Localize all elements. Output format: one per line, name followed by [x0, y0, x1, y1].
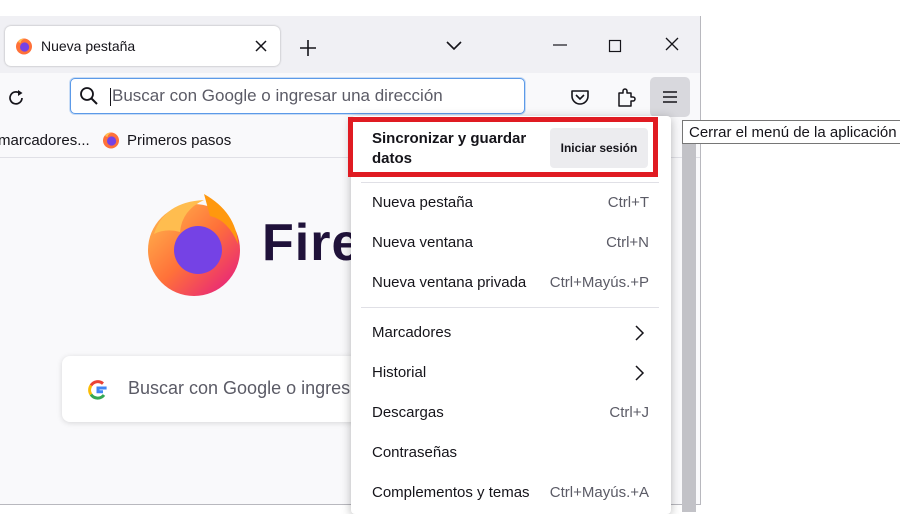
menu-item-shortcut: Ctrl+Mayús.+A — [549, 484, 649, 501]
menu-item-shortcut: Ctrl+Mayús.+P — [549, 274, 649, 291]
text-caret — [110, 88, 111, 106]
menu-item-shortcut: Ctrl+T — [607, 194, 649, 211]
highlight-annotation — [348, 117, 658, 177]
menu-item-passwords[interactable]: Contraseñas — [351, 433, 671, 473]
firefox-logo-icon — [148, 194, 240, 296]
menu-item-history[interactable]: Historial — [351, 353, 671, 393]
chevron-right-icon — [635, 325, 645, 341]
app-menu-tooltip: Cerrar el menú de la aplicación — [682, 120, 900, 144]
url-bar[interactable] — [70, 78, 525, 114]
menu-item-label: Marcadores — [372, 324, 452, 341]
menu-item-shortcut: Ctrl+N — [606, 234, 649, 251]
tab-new-tab[interactable]: Nueva pestaña — [5, 26, 280, 66]
menu-item-label: Nueva ventana — [372, 234, 473, 251]
menu-item-label: Contraseñas — [372, 444, 458, 461]
bookmark-item-marcadores[interactable]: marcadores... — [0, 132, 90, 149]
menu-item-new-private-window[interactable]: Nueva ventana privada Ctrl+Mayús.+P — [351, 263, 671, 303]
google-icon — [88, 380, 107, 400]
menu-item-label: Nueva pestaña — [372, 194, 473, 211]
menu-item-addons-themes[interactable]: Complementos y temas Ctrl+Mayús.+A — [351, 473, 671, 513]
tab-title: Nueva pestaña — [41, 38, 136, 54]
window-close-icon[interactable] — [658, 33, 686, 57]
hamburger-menu-icon — [663, 91, 677, 103]
pocket-icon[interactable] — [567, 84, 593, 110]
menu-item-shortcut: Ctrl+J — [609, 404, 649, 421]
menu-item-new-window[interactable]: Nueva ventana Ctrl+N — [351, 223, 671, 263]
reload-icon[interactable] — [3, 85, 29, 111]
search-icon — [80, 87, 98, 105]
firefox-wordmark: Fire — [262, 214, 362, 272]
menu-separator — [361, 307, 659, 308]
new-tab-search-placeholder: Buscar con Google o ingres — [128, 378, 351, 398]
menu-scrollbar[interactable] — [682, 140, 696, 512]
firefox-favicon-icon — [103, 132, 119, 149]
close-icon[interactable] — [251, 36, 271, 56]
firefox-favicon-icon — [16, 38, 32, 55]
menu-item-downloads[interactable]: Descargas Ctrl+J — [351, 393, 671, 433]
tab-bar: Nueva pestaña — [0, 16, 700, 73]
extensions-icon[interactable] — [612, 83, 640, 111]
chevron-down-icon[interactable] — [441, 34, 467, 58]
menu-item-label: Historial — [372, 364, 427, 381]
bookmark-item-primeros-pasos[interactable]: Primeros pasos — [127, 132, 231, 149]
menu-item-bookmarks[interactable]: Marcadores — [351, 313, 671, 353]
menu-item-new-tab[interactable]: Nueva pestaña Ctrl+T — [351, 183, 671, 223]
plus-icon[interactable] — [295, 35, 321, 61]
url-input[interactable] — [112, 83, 512, 109]
maximize-icon[interactable] — [602, 35, 628, 57]
app-menu-button[interactable] — [650, 77, 690, 117]
menu-item-label: Complementos y temas — [372, 484, 530, 501]
minimize-icon[interactable] — [545, 35, 575, 55]
menu-item-label: Descargas — [372, 404, 444, 421]
chevron-right-icon — [635, 365, 645, 381]
menu-item-label: Nueva ventana privada — [372, 274, 527, 291]
